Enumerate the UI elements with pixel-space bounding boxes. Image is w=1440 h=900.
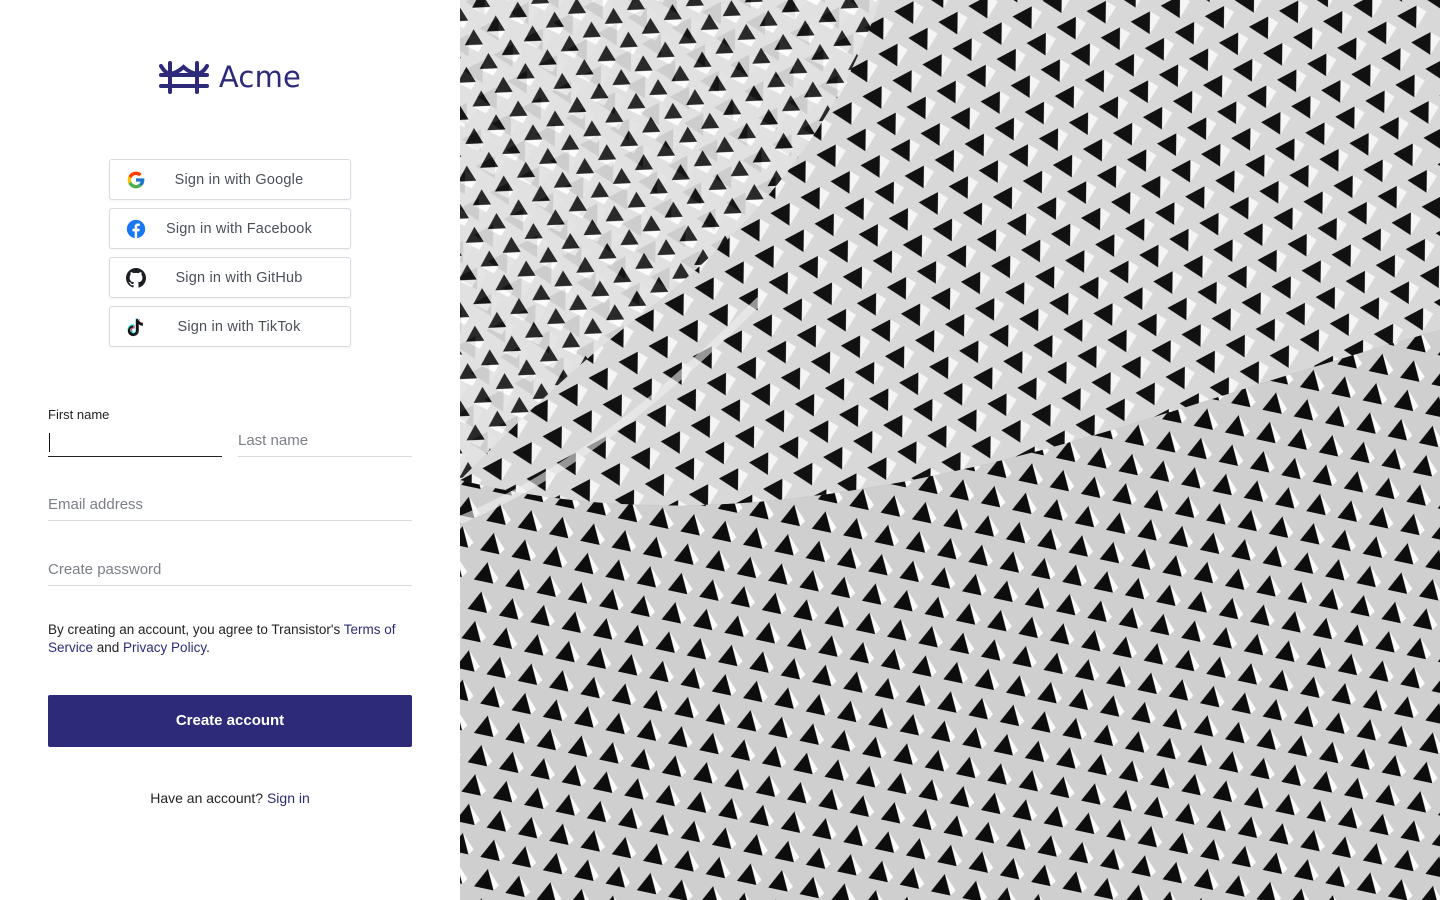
brand-name: Acme: [218, 60, 302, 94]
github-signin-button[interactable]: Sign in with GitHub: [109, 257, 351, 298]
geometric-pattern-image: [460, 0, 1440, 900]
signin-prompt: Have an account? Sign in: [0, 790, 460, 806]
signup-panel: Acme Sign in with Google Sign in with Fa…: [0, 0, 460, 900]
facebook-icon: [126, 219, 146, 239]
google-signin-button[interactable]: Sign in with Google: [109, 159, 351, 200]
email-group: [48, 489, 412, 521]
hero-image: [460, 0, 1440, 900]
github-icon: [126, 268, 146, 288]
signin-link[interactable]: Sign in: [267, 790, 310, 806]
brand-logo[interactable]: Acme: [0, 60, 460, 94]
facebook-signin-button[interactable]: Sign in with Facebook: [109, 208, 351, 249]
password-input[interactable]: [48, 554, 412, 586]
tiktok-signin-button[interactable]: Sign in with TikTok: [109, 306, 351, 347]
terms-notice: By creating an account, you agree to Tra…: [48, 621, 408, 657]
first-name-input[interactable]: [48, 425, 222, 457]
terms-suffix: .: [206, 640, 210, 655]
password-group: [48, 554, 412, 586]
first-name-label: First name: [48, 407, 110, 422]
text-caret: [49, 433, 50, 452]
first-name-group: First name: [48, 405, 222, 457]
social-login-list: Sign in with Google Sign in with Faceboo…: [109, 159, 351, 347]
last-name-input[interactable]: [238, 425, 412, 457]
google-signin-label: Sign in with Google: [174, 171, 304, 188]
signup-form: First name By creating an account, you a…: [48, 405, 412, 747]
github-signin-label: Sign in with GitHub: [175, 269, 303, 286]
terms-and: and: [93, 640, 124, 655]
terms-prefix: By creating an account, you agree to Tra…: [48, 622, 344, 637]
email-input[interactable]: [48, 489, 412, 521]
bridge-logo-icon: [158, 61, 209, 94]
facebook-signin-label: Sign in with Facebook: [165, 220, 313, 237]
signup-page: Acme Sign in with Google Sign in with Fa…: [0, 0, 1440, 900]
create-account-button[interactable]: Create account: [48, 694, 412, 747]
tiktok-signin-label: Sign in with TikTok: [177, 318, 301, 335]
have-account-text: Have an account?: [150, 790, 267, 806]
privacy-policy-link[interactable]: Privacy Policy: [123, 640, 206, 655]
tiktok-icon: [126, 317, 146, 337]
last-name-group: [238, 405, 412, 457]
name-row: First name: [48, 405, 412, 457]
google-icon: [126, 170, 146, 190]
